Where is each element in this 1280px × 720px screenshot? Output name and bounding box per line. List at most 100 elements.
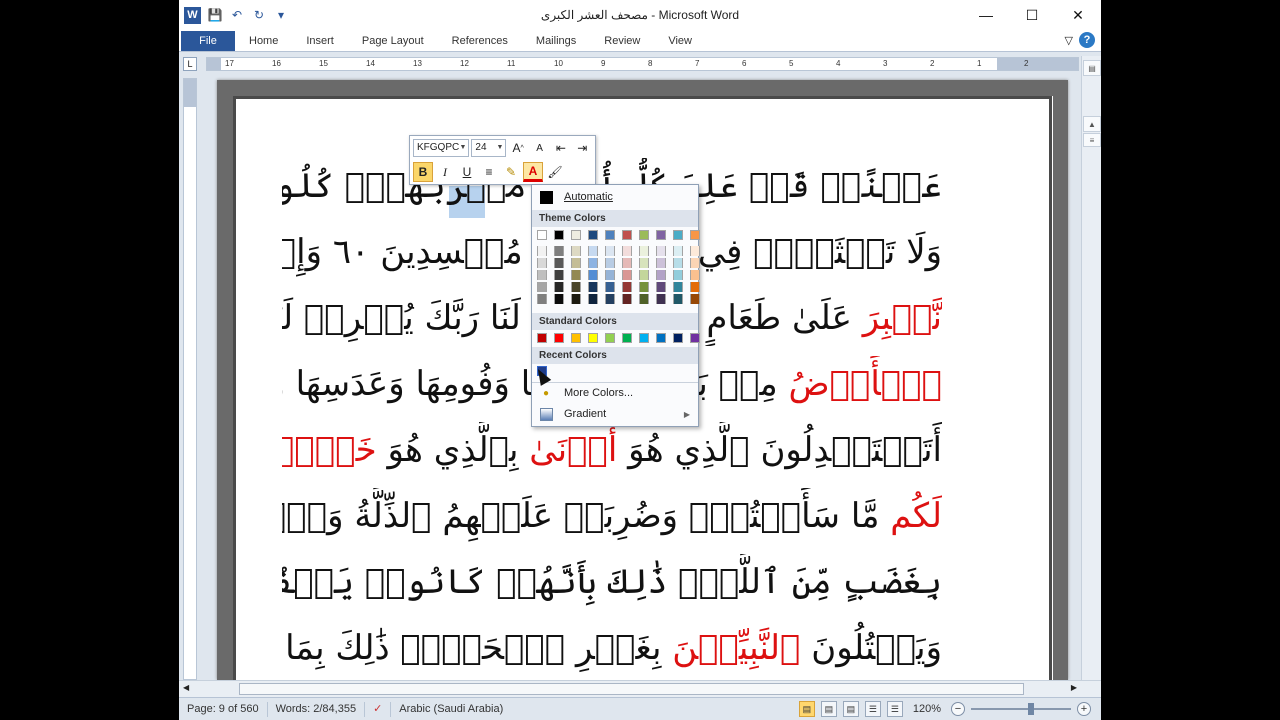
theme-shade-swatch[interactable]: [622, 282, 632, 292]
theme-shade-swatch[interactable]: [537, 294, 547, 304]
view-ruler-icon[interactable]: ▤: [1083, 60, 1101, 76]
theme-shade-swatch[interactable]: [588, 270, 598, 280]
shrink-font-button[interactable]: A: [530, 138, 549, 158]
theme-shade-swatch[interactable]: [673, 270, 683, 280]
zoom-level[interactable]: 120%: [913, 703, 941, 715]
font-name-select[interactable]: KFGQPC ▼: [413, 139, 470, 157]
theme-shade-swatch[interactable]: [690, 282, 700, 292]
theme-shade-swatch[interactable]: [537, 270, 547, 280]
theme-shade-swatch[interactable]: [571, 294, 581, 304]
standard-color-swatch[interactable]: [639, 333, 649, 343]
theme-shade-swatch[interactable]: [690, 294, 700, 304]
theme-shade-swatch[interactable]: [537, 282, 547, 292]
ribbon-minimize-icon[interactable]: ▽: [1065, 34, 1073, 47]
theme-shade-swatch[interactable]: [690, 270, 700, 280]
standard-color-swatch[interactable]: [656, 333, 666, 343]
word-app-icon[interactable]: W: [184, 6, 201, 24]
more-colors-item[interactable]: ● More Colors...: [532, 383, 698, 403]
automatic-color-item[interactable]: Automatic: [532, 187, 698, 207]
standard-color-swatch[interactable]: [690, 333, 700, 343]
theme-shade-swatch[interactable]: [554, 282, 564, 292]
theme-color-swatch[interactable]: [605, 230, 615, 240]
theme-shade-swatch[interactable]: [690, 258, 700, 268]
standard-color-swatch[interactable]: [605, 333, 615, 343]
horizontal-scroll-thumb[interactable]: [239, 683, 1024, 695]
tab-file[interactable]: File: [181, 31, 235, 51]
tab-view[interactable]: View: [654, 31, 706, 51]
theme-shade-swatch[interactable]: [673, 282, 683, 292]
theme-shade-swatch[interactable]: [656, 246, 666, 256]
scroll-up-icon[interactable]: ▲: [1083, 116, 1101, 132]
undo-icon[interactable]: ↶: [226, 4, 248, 26]
grow-font-button[interactable]: A ^: [508, 138, 527, 158]
theme-shade-swatch[interactable]: [588, 282, 598, 292]
tab-references[interactable]: References: [438, 31, 522, 51]
theme-shade-swatch[interactable]: [605, 282, 615, 292]
theme-shade-swatch[interactable]: [639, 282, 649, 292]
tab-mailings[interactable]: Mailings: [522, 31, 590, 51]
theme-shade-swatch[interactable]: [656, 270, 666, 280]
theme-shade-swatch[interactable]: [605, 258, 615, 268]
font-size-select[interactable]: 24 ▼: [471, 139, 507, 157]
redo-icon[interactable]: ↻: [248, 4, 270, 26]
text-line[interactable]: أَتَسۡتَبۡدِلُونَ ٱلَّذِي هُوَ أَدۡنَىٰ …: [282, 422, 942, 478]
format-painter-icon[interactable]: 🖌: [545, 162, 565, 182]
theme-color-swatch[interactable]: [554, 230, 564, 240]
theme-color-swatch[interactable]: [639, 230, 649, 240]
theme-shade-swatch[interactable]: [571, 270, 581, 280]
theme-shade-swatch[interactable]: [537, 246, 547, 256]
tab-page-layout[interactable]: Page Layout: [348, 31, 438, 51]
theme-color-swatch[interactable]: [673, 230, 683, 240]
underline-button[interactable]: U: [457, 162, 477, 182]
tab-review[interactable]: Review: [590, 31, 654, 51]
theme-shade-swatch[interactable]: [605, 246, 615, 256]
theme-shade-swatch[interactable]: [554, 294, 564, 304]
theme-shade-swatch[interactable]: [571, 282, 581, 292]
standard-color-swatch[interactable]: [554, 333, 564, 343]
theme-shade-swatch[interactable]: [622, 246, 632, 256]
web-layout-view-icon[interactable]: ▤: [842, 701, 859, 717]
print-layout-view-icon[interactable]: ▤: [798, 701, 815, 717]
proofing-icon[interactable]: ✓: [365, 701, 392, 717]
draft-view-icon[interactable]: ☰: [886, 701, 903, 717]
theme-shade-swatch[interactable]: [656, 282, 666, 292]
theme-shade-swatch[interactable]: [588, 258, 598, 268]
horizontal-scrollbar[interactable]: ◀ ▶: [179, 680, 1101, 697]
save-icon[interactable]: 💾: [204, 4, 226, 26]
decrease-indent-icon[interactable]: ⇤: [551, 138, 570, 158]
theme-color-swatch[interactable]: [690, 230, 700, 240]
highlight-color-icon[interactable]: ✎: [501, 162, 521, 182]
theme-shade-swatch[interactable]: [622, 258, 632, 268]
theme-shade-swatch[interactable]: [622, 270, 632, 280]
theme-shade-swatch[interactable]: [639, 258, 649, 268]
standard-color-swatch[interactable]: [588, 333, 598, 343]
theme-color-swatch[interactable]: [537, 230, 547, 240]
font-color-button[interactable]: A: [523, 162, 543, 182]
theme-shade-swatch[interactable]: [554, 270, 564, 280]
theme-shade-swatch[interactable]: [554, 258, 564, 268]
zoom-slider[interactable]: [971, 703, 1071, 715]
bold-button[interactable]: B: [413, 162, 433, 182]
customize-qat-icon[interactable]: ▾: [270, 4, 292, 26]
tab-selector[interactable]: L: [183, 57, 197, 71]
standard-color-swatch[interactable]: [673, 333, 683, 343]
vertical-scrollbar[interactable]: ▤ ▲ ≡: [1081, 56, 1101, 680]
theme-shade-swatch[interactable]: [605, 294, 615, 304]
zoom-out-button[interactable]: −: [951, 702, 965, 716]
standard-color-swatch[interactable]: [571, 333, 581, 343]
word-count[interactable]: Words: 2/84,355: [268, 701, 366, 717]
theme-shade-swatch[interactable]: [656, 294, 666, 304]
outline-view-icon[interactable]: ☰: [864, 701, 881, 717]
theme-color-swatch[interactable]: [622, 230, 632, 240]
theme-shade-swatch[interactable]: [639, 294, 649, 304]
help-icon[interactable]: ?: [1079, 32, 1095, 48]
text-line[interactable]: لَكُم مَّا سَأَلۡتُمۡۗ وَضُرِبَتۡ عَلَيۡ…: [282, 488, 942, 544]
zoom-slider-thumb[interactable]: [1028, 703, 1034, 715]
text-line[interactable]: وَيَقۡتُلُونَ ٱلنَّبِيِّـۧنَ بِغَيۡرِ ٱل…: [282, 620, 942, 676]
vertical-ruler[interactable]: [183, 78, 197, 680]
standard-color-swatch[interactable]: [622, 333, 632, 343]
theme-shade-swatch[interactable]: [571, 246, 581, 256]
tab-home[interactable]: Home: [235, 31, 292, 51]
scroll-left-icon[interactable]: ◀: [183, 683, 189, 692]
theme-color-swatch[interactable]: [588, 230, 598, 240]
